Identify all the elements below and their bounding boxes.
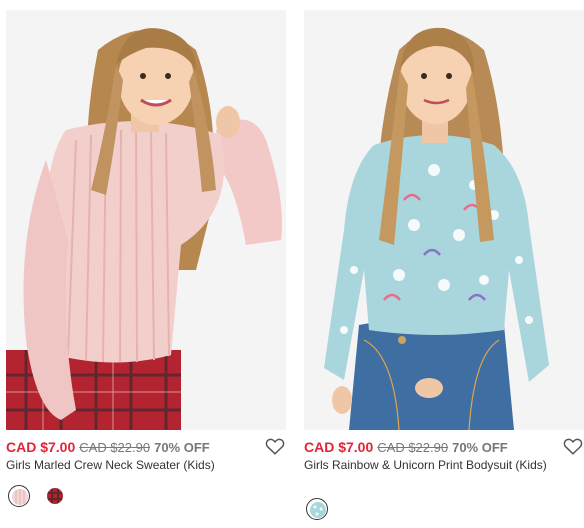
sale-price: CAD $7.00 xyxy=(304,439,374,455)
discount-badge: 70% OFF xyxy=(154,440,210,455)
product-image[interactable] xyxy=(6,10,286,430)
sale-price: CAD $7.00 xyxy=(6,439,76,455)
original-price: CAD $22.90 xyxy=(79,440,151,455)
swatch-pink[interactable] xyxy=(8,485,30,507)
swatch-color xyxy=(310,502,326,518)
heart-outline-icon[interactable] xyxy=(562,435,584,457)
swatch-red-plaid[interactable] xyxy=(44,485,66,507)
product-name[interactable]: Girls Marled Crew Neck Sweater (Kids) xyxy=(6,459,256,472)
discount-badge: 70% OFF xyxy=(452,440,508,455)
price-row: CAD $7.00 CAD $22.90 70% OFF xyxy=(6,437,286,457)
product-card[interactable]: CAD $7.00 CAD $22.90 70% OFF Girls Marled … xyxy=(6,0,286,528)
product-name[interactable]: Girls Rainbow & Unicorn Print Bodysuit (… xyxy=(304,459,554,472)
original-price: CAD $22.90 xyxy=(377,440,449,455)
price-row: CAD $7.00 CAD $22.90 70% OFF xyxy=(304,437,584,457)
heart-outline-icon[interactable] xyxy=(264,435,286,457)
swatch-light-blue[interactable] xyxy=(306,498,328,520)
swatch-color xyxy=(12,489,28,505)
product-image[interactable] xyxy=(304,10,584,430)
swatch-color xyxy=(47,488,63,504)
product-card[interactable]: CAD $7.00 CAD $22.90 70% OFF Girls Rainbow… xyxy=(304,0,584,528)
